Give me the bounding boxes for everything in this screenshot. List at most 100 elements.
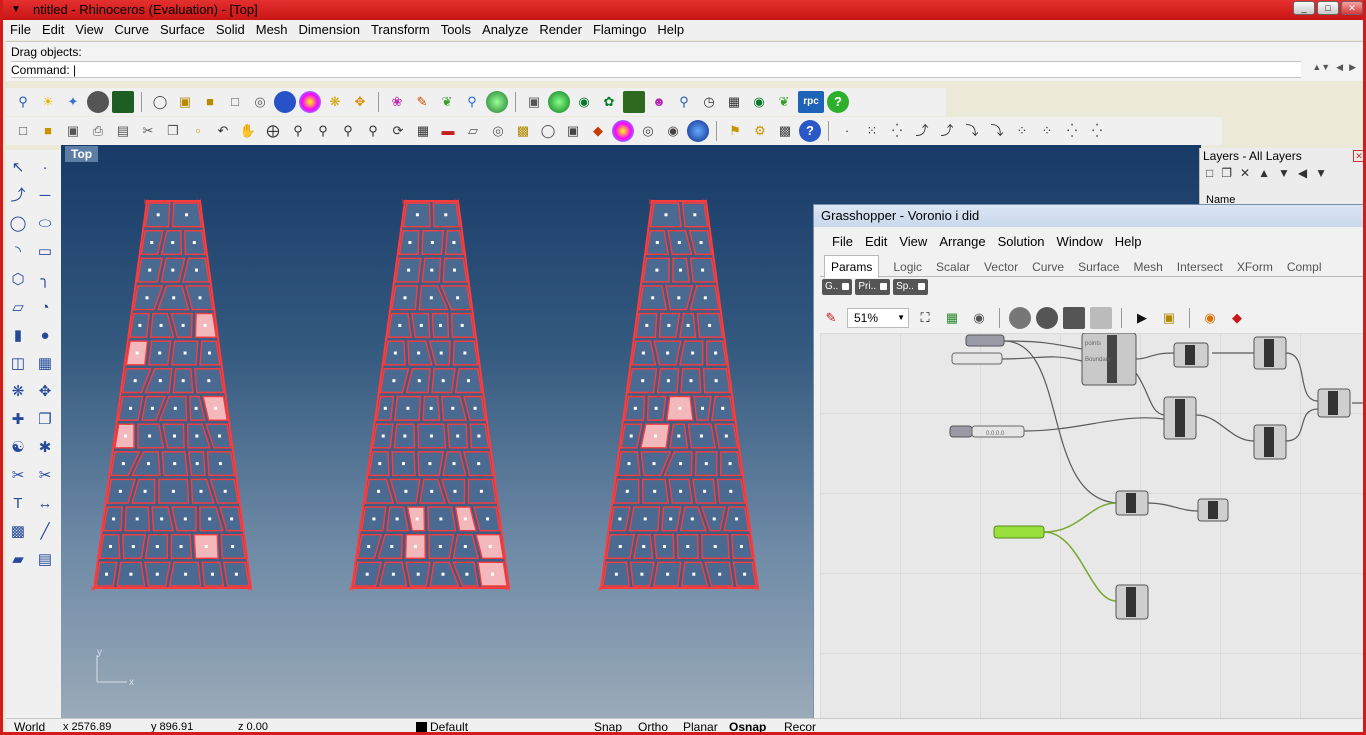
gh-menu-help[interactable]: Help [1115,231,1142,253]
curve-points-icon[interactable]: ⤴ [911,120,933,142]
voronoi-panel[interactable]: × × × × [597,197,760,595]
select-arrow-icon[interactable]: ↖ [6,156,30,180]
environment-icon[interactable]: ❋ [324,91,346,113]
analyze-tool-icon[interactable]: ╱ [33,520,57,544]
menu-file[interactable]: File [6,20,35,39]
open-folder-icon[interactable]: ■ [37,120,59,142]
gh-lock-icon[interactable]: ▣ [1158,307,1180,329]
box-tool-icon[interactable]: ▮ [6,324,30,348]
zoom-dynamic-icon[interactable]: ⚲ [287,120,309,142]
gh-zoom-field[interactable]: 51% ▼ [847,308,909,328]
filter-icon[interactable]: ▼ [1315,166,1335,180]
system-menu-icon[interactable]: ▼ [9,4,23,16]
gh-subcat-special[interactable]: Sp.. [893,279,928,295]
gh-subcat-primitive[interactable]: Pri.. [855,279,891,295]
save-render-icon[interactable]: ■ [199,91,221,113]
group-tool-icon[interactable]: ▩ [6,520,30,544]
gh-number-slider[interactable] [993,525,1045,539]
leaf-icon[interactable]: ❦ [436,91,458,113]
gh-menu-arrange[interactable]: Arrange [939,231,985,253]
rectangle-tool-icon[interactable]: ▭ [33,240,57,264]
globe-icon[interactable] [486,91,508,113]
polyline-tool-icon[interactable]: ⤴ [6,184,30,208]
array-points-icon[interactable]: ⁘ [1011,120,1033,142]
gh-tab-scalar[interactable]: Scalar [936,256,970,278]
revolve-tool-icon[interactable]: ◔ [33,296,57,320]
menu-dimension[interactable]: Dimension [295,20,364,39]
circle-tool-icon[interactable]: ◯ [6,212,30,236]
render-preview-icon[interactable] [112,91,134,113]
gh-bake-dropdown-icon[interactable]: ◆ [1226,307,1248,329]
scroll-up-down-icon[interactable]: ▲▼ [1312,62,1330,73]
arc-tool-icon[interactable]: ◝ [6,240,30,264]
menu-help[interactable]: Help [653,20,688,39]
gh-canvas[interactable]: points Boundary 0.0.0.0 [820,333,1363,732]
zoom-selected-icon[interactable]: ⚲ [362,120,384,142]
menu-render[interactable]: Render [535,20,586,39]
help-render-icon[interactable]: ? [827,91,849,113]
menu-mesh[interactable]: Mesh [252,20,292,39]
car-icon[interactable]: ▬ [437,120,459,142]
layers-close-icon[interactable]: ✕ [1353,150,1363,162]
sphere-save-icon[interactable]: ◉ [748,91,770,113]
menu-surface[interactable]: Surface [156,20,209,39]
menu-flamingo[interactable]: Flamingo [589,20,650,39]
status-ortho[interactable]: Ortho [638,719,668,732]
gh-menu-file[interactable]: File [832,231,853,253]
tool-icon[interactable]: ✎ [411,91,433,113]
select-render-icon[interactable]: ✦ [62,91,84,113]
point-icon[interactable]: ◎ [487,120,509,142]
voronoi-panel[interactable]: × × × × [348,197,511,595]
cut-icon[interactable]: ✂ [137,120,159,142]
boolean-tool-icon[interactable]: ❋ [6,380,30,404]
gh-preview-eye-icon[interactable]: ◉ [968,307,990,329]
menu-tools[interactable]: Tools [437,20,475,39]
menu-solid[interactable]: Solid [212,20,249,39]
sphere-tool-icon[interactable]: ● [33,324,57,348]
dimension-tool-icon[interactable]: ↔ [33,492,57,516]
gh-tab-logic[interactable]: Logic [893,256,922,278]
voronoi-panel[interactable]: × × × × [90,197,253,595]
polygon-tool-icon[interactable]: ⬡ [6,268,30,292]
point-cloud-icon[interactable]: ⁙ [861,120,883,142]
settings-icon[interactable]: ⚙ [749,120,771,142]
divide-icon[interactable]: ⤵ [961,120,983,142]
gh-preview-off-icon[interactable] [1063,307,1085,329]
checker-icon[interactable]: ▦ [723,91,745,113]
save-icon[interactable]: ▣ [62,120,84,142]
delete-layer-icon[interactable]: ✕ [1240,166,1258,180]
print-icon[interactable]: ⎙ [87,120,109,142]
flamingo-icon[interactable]: ❀ [386,91,408,113]
new-layer-icon[interactable]: □ [1206,166,1221,180]
gh-bake-icon[interactable]: ◉ [1199,307,1221,329]
status-record[interactable]: Recor [784,719,816,732]
gh-shaded-icon[interactable] [1036,307,1058,329]
move-down-icon[interactable]: ▼ [1278,166,1298,180]
point-grid-icon[interactable]: ⁛ [886,120,908,142]
gh-tab-mesh[interactable]: Mesh [1133,256,1162,278]
light-tool-icon[interactable]: ✥ [33,380,57,404]
bulb-icon[interactable]: ◯ [149,91,171,113]
gh-subcat-geometry[interactable]: G.. [822,279,853,295]
move-left-icon[interactable]: ◀ [1298,166,1315,180]
green-sphere-icon[interactable] [548,91,570,113]
bulb2-icon[interactable]: ◯ [537,120,559,142]
grid-sphere-icon[interactable]: ◎ [249,91,271,113]
command-input[interactable]: Command: | [11,61,1301,78]
status-cplane[interactable]: World [14,719,45,732]
new-sublayer-icon[interactable]: ❐ [1221,166,1240,180]
zoom-window-icon[interactable]: ⚲ [312,120,334,142]
move-tool-icon[interactable]: ✚ [6,408,30,432]
menu-analyze[interactable]: Analyze [478,20,532,39]
viewport-label[interactable]: Top [65,146,99,162]
menu-edit[interactable]: Edit [38,20,68,39]
rendered-icon[interactable] [687,120,709,142]
figure-icon[interactable]: ☻ [648,91,670,113]
scroll-right-icon[interactable]: ▶ [1349,62,1356,73]
undo-view-icon[interactable]: ⟳ [387,120,409,142]
minimize-button[interactable]: _ [1293,1,1315,15]
grid-snap-icon[interactable]: ▩ [512,120,534,142]
block-tool-icon[interactable]: ▰ [6,548,30,572]
copy-icon[interactable]: ❐ [162,120,184,142]
camera-icon[interactable]: ▣ [523,91,545,113]
